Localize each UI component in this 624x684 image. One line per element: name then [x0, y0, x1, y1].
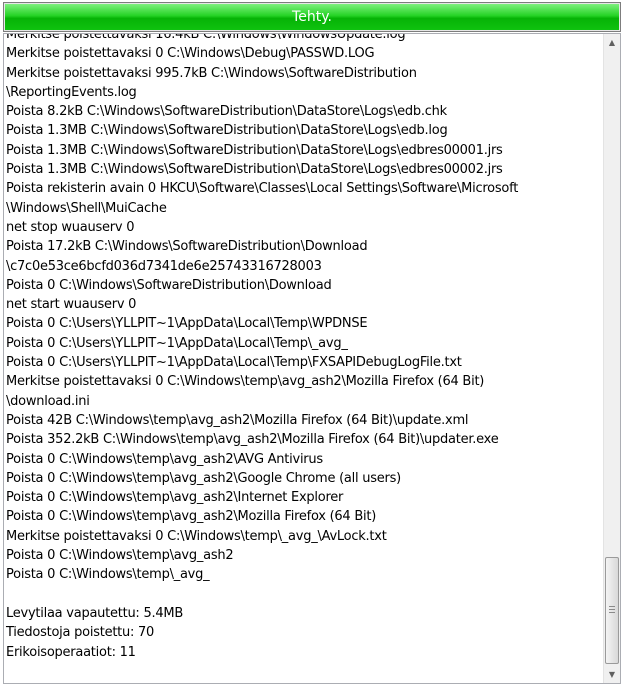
grip-line: [609, 612, 615, 613]
log-line: Tiedostoja poistettu: 70: [6, 625, 155, 641]
log-line: Poista 0 C:\Windows\temp\avg_ash2\Intern…: [6, 490, 344, 506]
grip-line: [609, 609, 615, 610]
log-line: Poista 0 C:\Windows\temp\_avg_: [6, 567, 210, 583]
log-line: Merkitse poistettavaksi 0 C:\Windows\Deb…: [6, 46, 375, 62]
log-line: Poista rekisterin avain 0 HKCU\Software\…: [6, 181, 519, 197]
arrow-down-icon[interactable]: ▼: [604, 666, 620, 683]
log-line: Poista 8.2kB C:\Windows\SoftwareDistribu…: [6, 104, 447, 120]
log-output[interactable]: Merkitse poistettavaksi 16.4kB C:\Window…: [3, 33, 621, 684]
progress-label: Tehty.: [292, 9, 332, 25]
log-line: Merkitse poistettavaksi 0 C:\Windows\tem…: [6, 528, 387, 544]
log-line: Poista 0 C:\Users\YLLPIT~1\AppData\Local…: [6, 316, 368, 332]
log-line: Poista 0 C:\Windows\SoftwareDistribution…: [6, 277, 332, 293]
log-line: Poista 0 C:\Users\YLLPIT~1\AppData\Local…: [6, 355, 462, 371]
log-line: Poista 0 C:\Windows\temp\avg_ash2: [6, 548, 234, 564]
arrow-up-icon[interactable]: ▲: [604, 34, 620, 51]
log-line: \ReportingEvents.log: [6, 84, 137, 100]
grip-line: [609, 606, 615, 607]
log-line: Poista 0 C:\Windows\temp\avg_ash2\AVG An…: [6, 451, 323, 467]
log-line: \c7c0e53ce6bcfd036d7341de6e2574331672800…: [6, 258, 322, 274]
log-text-area: Merkitse poistettavaksi 16.4kB C:\Window…: [6, 33, 602, 662]
log-line: Poista 0 C:\Windows\temp\avg_ash2\Mozill…: [6, 509, 377, 525]
log-line: Levytilaa vapautettu: 5.4MB: [6, 605, 184, 621]
log-line: Erikoisoperaatiot: 11: [6, 644, 136, 660]
log-line: Poista 1.3MB C:\Windows\SoftwareDistribu…: [6, 142, 503, 158]
log-line: Merkitse poistettavaksi 16.4kB C:\Window…: [6, 33, 406, 42]
log-line: \Windows\Shell\MuiCache: [6, 200, 167, 216]
log-line: Poista 0 C:\Windows\temp\avg_ash2\Google…: [6, 470, 401, 486]
log-line: Poista 1.3MB C:\Windows\SoftwareDistribu…: [6, 123, 448, 139]
log-line: Merkitse poistettavaksi 995.7kB C:\Windo…: [6, 65, 417, 81]
log-line: Poista 352.2kB C:\Windows\temp\avg_ash2\…: [6, 432, 499, 448]
log-line: Poista 42B C:\Windows\temp\avg_ash2\Mozi…: [6, 412, 469, 428]
progress-bar: Tehty.: [3, 2, 621, 32]
log-line: Poista 17.2kB C:\Windows\SoftwareDistrib…: [6, 239, 368, 255]
log-line: \download.ini: [6, 393, 90, 409]
vertical-scrollbar[interactable]: ▲ ▼: [603, 34, 620, 683]
log-line: Poista 0 C:\Users\YLLPIT~1\AppData\Local…: [6, 335, 348, 351]
log-line: net stop wuauserv 0: [6, 219, 135, 235]
log-line: Poista 1.3MB C:\Windows\SoftwareDistribu…: [6, 162, 503, 178]
scroll-thumb[interactable]: [605, 557, 619, 664]
log-line: Merkitse poistettavaksi 0 C:\Windows\tem…: [6, 374, 485, 390]
log-line: net start wuauserv 0: [6, 297, 137, 313]
